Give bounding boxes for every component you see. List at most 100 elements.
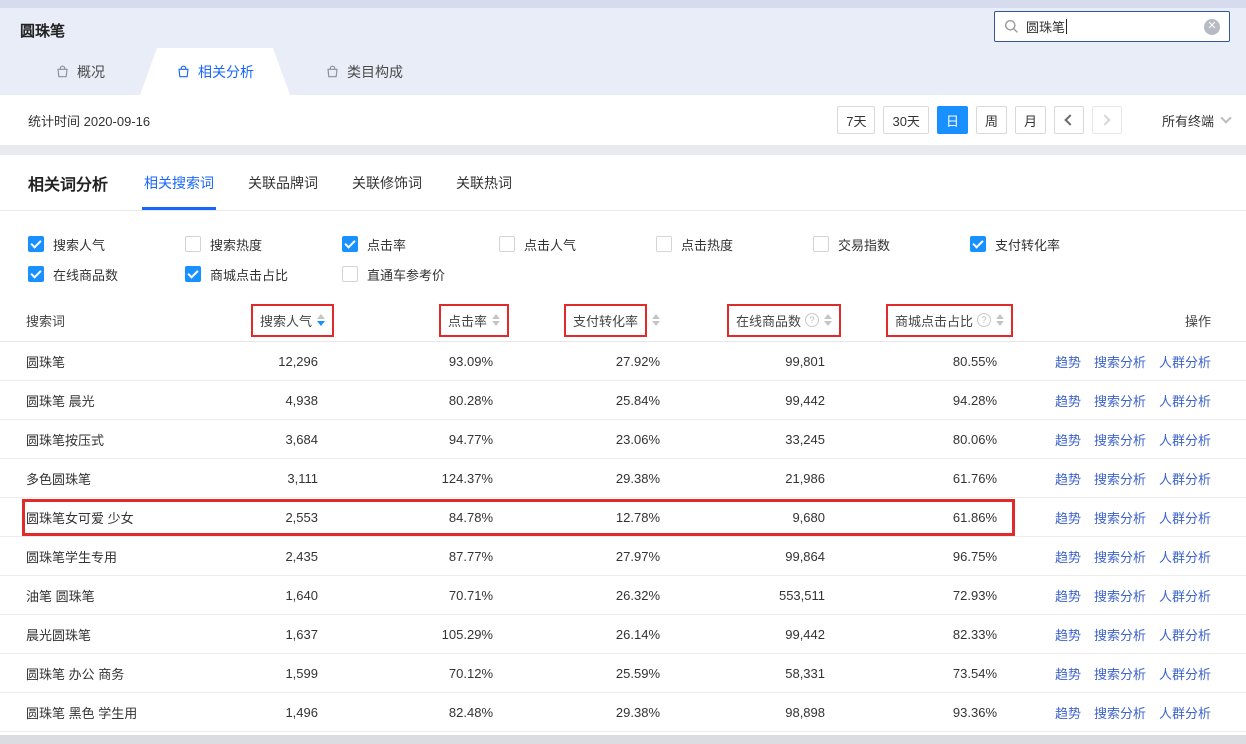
sort-icon[interactable] (652, 314, 660, 326)
trend-link[interactable]: 趋势 (1055, 352, 1081, 371)
cell-ctr: 124.37% (318, 471, 493, 486)
search-analysis-link[interactable]: 搜索分析 (1094, 391, 1146, 410)
search-analysis-link[interactable]: 搜索分析 (1094, 352, 1146, 371)
cell-ctr: 70.71% (318, 588, 493, 603)
search-icon (1004, 19, 1019, 34)
date-toolbar: 统计时间 2020-09-16 7天30天日周月 所有终端 (0, 95, 1246, 145)
cell-online-items: 98,898 (660, 705, 825, 720)
subtab[interactable]: 相关搜索词 (144, 155, 214, 210)
search-analysis-link[interactable]: 搜索分析 (1094, 430, 1146, 449)
prev-button[interactable] (1054, 106, 1084, 134)
column-header-search-popularity[interactable]: 搜索人气 (146, 304, 318, 337)
search-analysis-link[interactable]: 搜索分析 (1094, 664, 1146, 683)
trend-link[interactable]: 趋势 (1055, 664, 1081, 683)
column-header-ctr[interactable]: 点击率 (318, 304, 493, 337)
crowd-analysis-link[interactable]: 人群分析 (1159, 508, 1211, 527)
checkbox-icon[interactable] (970, 236, 986, 252)
search-analysis-link[interactable]: 搜索分析 (1094, 625, 1146, 644)
crowd-analysis-link[interactable]: 人群分析 (1159, 547, 1211, 566)
search-analysis-link[interactable]: 搜索分析 (1094, 703, 1146, 722)
column-header-conversion[interactable]: 支付转化率 (493, 304, 660, 337)
terminal-dropdown[interactable]: 所有终端 (1162, 111, 1230, 130)
table-row: 圆珠笔按压式 3,684 94.77% 23.06% 33,245 80.06%… (0, 420, 1246, 459)
trend-link[interactable]: 趋势 (1055, 586, 1081, 605)
range-button[interactable]: 日 (937, 106, 968, 134)
crowd-analysis-link[interactable]: 人群分析 (1159, 391, 1211, 410)
table-row: 圆珠笔 12,296 93.09% 27.92% 99,801 80.55% 趋… (0, 342, 1246, 381)
trend-link[interactable]: 趋势 (1055, 703, 1081, 722)
question-circle-icon[interactable]: ? (977, 313, 991, 327)
question-circle-icon[interactable]: ? (805, 313, 819, 327)
column-label: 搜索人气 (260, 311, 312, 330)
cell-ctr: 87.77% (318, 549, 493, 564)
column-header-online-items[interactable]: 在线商品数 ? (660, 304, 825, 337)
range-button[interactable]: 月 (1015, 106, 1046, 134)
search-box[interactable]: 圆珠笔 ✕ (994, 11, 1230, 42)
checkbox-icon[interactable] (185, 236, 201, 252)
crowd-analysis-link[interactable]: 人群分析 (1159, 625, 1211, 644)
trend-link[interactable]: 趋势 (1055, 625, 1081, 644)
metric-label: 点击热度 (681, 235, 733, 254)
crowd-analysis-link[interactable]: 人群分析 (1159, 430, 1211, 449)
main-tab[interactable]: 类目构成 (308, 48, 420, 95)
trend-link[interactable]: 趋势 (1055, 391, 1081, 410)
metric-checkbox[interactable]: 点击率 (342, 233, 499, 255)
range-button[interactable]: 周 (976, 106, 1007, 134)
crowd-analysis-link[interactable]: 人群分析 (1159, 352, 1211, 371)
range-button[interactable]: 30天 (883, 106, 928, 134)
metric-checkbox[interactable]: 搜索热度 (185, 233, 342, 255)
trend-link[interactable]: 趋势 (1055, 469, 1081, 488)
checkbox-icon[interactable] (813, 236, 829, 252)
metric-checkbox[interactable]: 商城点击占比 (185, 263, 342, 285)
column-header-mall-click-share[interactable]: 商城点击占比 ? (825, 304, 997, 337)
main-tab[interactable]: 相关分析 (140, 48, 290, 95)
metric-checkbox[interactable]: 点击人气 (499, 233, 656, 255)
cell-search-popularity: 12,296 (146, 354, 318, 369)
subtab[interactable]: 关联品牌词 (248, 155, 318, 210)
section-header: 相关词分析 相关搜索词关联品牌词关联修饰词关联热词 (0, 155, 1246, 211)
cell-keyword: 圆珠笔 办公 商务 (26, 664, 146, 683)
subtab[interactable]: 关联热词 (456, 155, 512, 210)
crowd-analysis-link[interactable]: 人群分析 (1159, 703, 1211, 722)
cell-conversion: 27.92% (493, 354, 660, 369)
checkbox-icon[interactable] (28, 236, 44, 252)
checkbox-icon[interactable] (342, 236, 358, 252)
metric-checkbox[interactable]: 直通车参考价 (342, 263, 499, 285)
metric-checkbox[interactable]: 支付转化率 (970, 233, 1127, 255)
column-label: 操作 (1185, 311, 1211, 330)
checkbox-icon[interactable] (656, 236, 672, 252)
cell-actions: 趋势搜索分析人群分析 (997, 508, 1211, 527)
checkbox-icon[interactable] (342, 266, 358, 282)
search-input[interactable]: 圆珠笔 (1026, 17, 1065, 36)
bottom-band (0, 735, 1246, 744)
next-button[interactable] (1092, 106, 1122, 134)
trend-link[interactable]: 趋势 (1055, 430, 1081, 449)
cell-search-popularity: 4,938 (146, 393, 318, 408)
checkbox-icon[interactable] (28, 266, 44, 282)
checkbox-icon[interactable] (499, 236, 515, 252)
search-analysis-link[interactable]: 搜索分析 (1094, 508, 1146, 527)
crowd-analysis-link[interactable]: 人群分析 (1159, 586, 1211, 605)
filter-row: 搜索人气 搜索热度 点击率 点击人气 点击热度 交易指数 支付转化率 (28, 233, 1246, 255)
trend-link[interactable]: 趋势 (1055, 508, 1081, 527)
cell-conversion: 26.14% (493, 627, 660, 642)
crowd-analysis-link[interactable]: 人群分析 (1159, 664, 1211, 683)
trend-link[interactable]: 趋势 (1055, 547, 1081, 566)
crowd-analysis-link[interactable]: 人群分析 (1159, 469, 1211, 488)
cell-conversion: 29.38% (493, 471, 660, 486)
search-analysis-link[interactable]: 搜索分析 (1094, 586, 1146, 605)
metric-checkbox[interactable]: 搜索人气 (28, 233, 185, 255)
metric-checkbox[interactable]: 点击热度 (656, 233, 813, 255)
metric-checkbox[interactable]: 在线商品数 (28, 263, 185, 285)
search-analysis-link[interactable]: 搜索分析 (1094, 469, 1146, 488)
section-title: 相关词分析 (28, 171, 108, 195)
subtab[interactable]: 关联修饰词 (352, 155, 422, 210)
metric-checkbox[interactable]: 交易指数 (813, 233, 970, 255)
main-tab-label: 概况 (77, 62, 105, 82)
search-analysis-link[interactable]: 搜索分析 (1094, 547, 1146, 566)
range-button[interactable]: 7天 (837, 106, 875, 134)
cell-keyword: 圆珠笔 (26, 352, 146, 371)
main-tab[interactable]: 概况 (38, 48, 122, 95)
clear-icon[interactable]: ✕ (1204, 19, 1220, 35)
checkbox-icon[interactable] (185, 266, 201, 282)
